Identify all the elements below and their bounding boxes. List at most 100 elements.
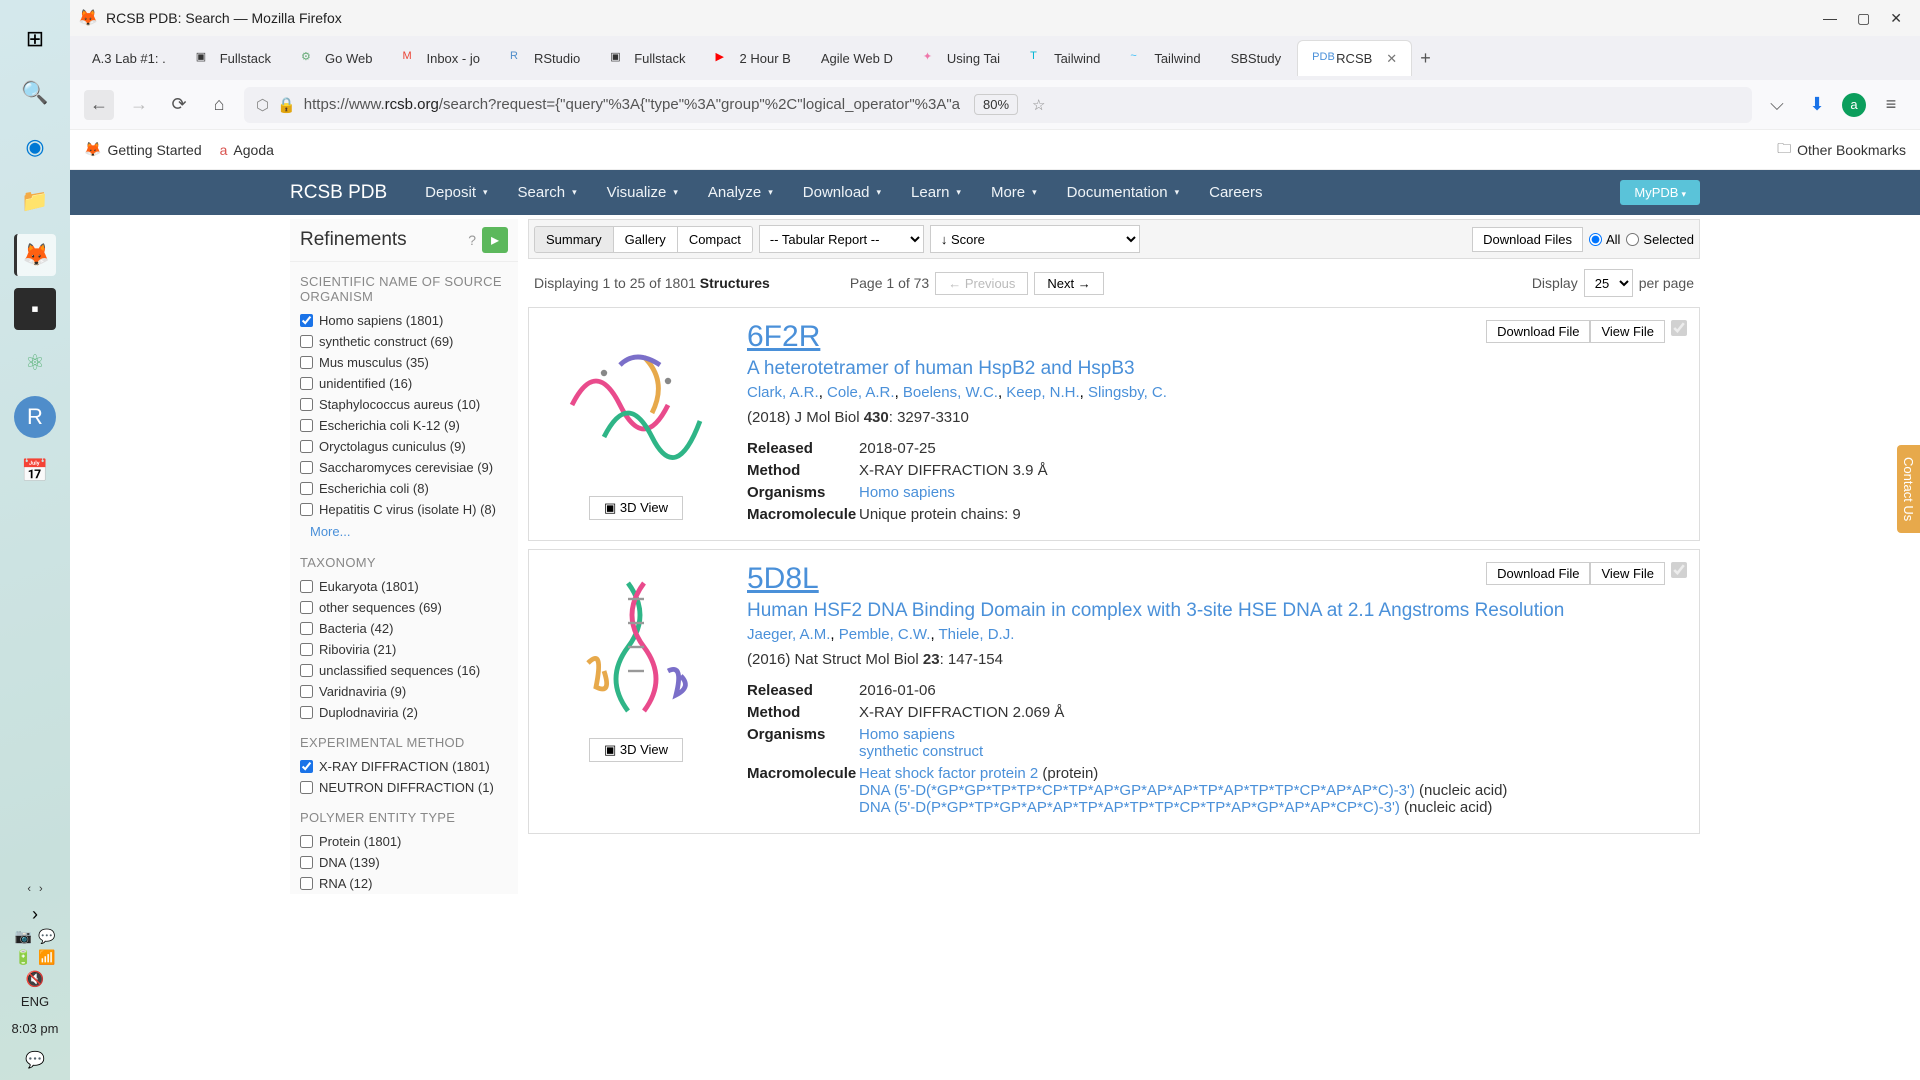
tab-6[interactable]: ▶2 Hour B xyxy=(702,40,805,76)
facet-item[interactable]: Staphylococcus aureus (10) xyxy=(290,394,518,415)
facet-item[interactable]: NEUTRON DIFFRACTION (1) xyxy=(290,777,518,798)
clock[interactable]: 8:03 pm xyxy=(12,1021,59,1036)
view-gallery[interactable]: Gallery xyxy=(614,227,678,252)
nav-download[interactable]: Download xyxy=(789,174,895,211)
nav-careers[interactable]: Careers xyxy=(1195,174,1276,211)
forward-button[interactable]: → xyxy=(124,90,154,120)
nav-search[interactable]: Search xyxy=(504,174,591,211)
download-file-button[interactable]: Download File xyxy=(1486,562,1590,585)
nav-deposit[interactable]: Deposit xyxy=(411,174,501,211)
facet-item[interactable]: unclassified sequences (16) xyxy=(290,660,518,681)
rstudio-icon[interactable]: R xyxy=(14,396,56,438)
new-tab-button[interactable]: + xyxy=(1420,48,1431,69)
nav-documentation[interactable]: Documentation xyxy=(1053,174,1193,211)
tab-8[interactable]: ✦Using Tai xyxy=(909,40,1014,76)
maximize-button[interactable]: ▢ xyxy=(1857,10,1870,27)
view-compact[interactable]: Compact xyxy=(678,227,752,252)
minimize-button[interactable]: — xyxy=(1823,10,1837,27)
start-icon[interactable]: ⊞ xyxy=(14,18,56,60)
facet-item[interactable]: Varidnaviria (9) xyxy=(290,681,518,702)
facet-item[interactable]: Saccharomyces cerevisiae (9) xyxy=(290,457,518,478)
result-title[interactable]: A heterotetramer of human HspB2 and HspB… xyxy=(747,358,1687,380)
facet-item[interactable]: Duplodnaviria (2) xyxy=(290,702,518,723)
explorer-icon[interactable]: 📁 xyxy=(14,180,56,222)
lang-indicator[interactable]: ENG xyxy=(21,994,49,1009)
structure-thumbnail[interactable] xyxy=(551,562,721,732)
all-radio[interactable]: All xyxy=(1589,232,1620,247)
terminal-icon[interactable]: ▪ xyxy=(14,288,56,330)
facet-item[interactable]: Homo sapiens (1801) xyxy=(290,310,518,331)
tabular-report-select[interactable]: -- Tabular Report -- xyxy=(759,225,924,253)
bookmark-getting-started[interactable]: 🦊 Getting Started xyxy=(84,141,202,158)
facet-item[interactable]: Escherichia coli K-12 (9) xyxy=(290,415,518,436)
search-icon[interactable]: 🔍 xyxy=(14,72,56,114)
facet-item[interactable]: Hepatitis C virus (isolate H) (8) xyxy=(290,499,518,520)
view-summary[interactable]: Summary xyxy=(535,227,614,252)
help-icon[interactable]: ? xyxy=(468,232,476,248)
facet-item[interactable]: other sequences (69) xyxy=(290,597,518,618)
pdb-id-link[interactable]: 6F2R xyxy=(747,320,820,354)
tab-10[interactable]: ~Tailwind xyxy=(1116,40,1214,76)
view-file-button[interactable]: View File xyxy=(1590,320,1665,343)
facet-item[interactable]: Mus musculus (35) xyxy=(290,352,518,373)
facet-item[interactable]: Eukaryota (1801) xyxy=(290,576,518,597)
facet-item[interactable]: unidentified (16) xyxy=(290,373,518,394)
page-size-select[interactable]: 25 xyxy=(1584,269,1633,297)
facet-item[interactable]: RNA (12) xyxy=(290,873,518,894)
back-button[interactable]: ← xyxy=(84,90,114,120)
nav-more[interactable]: More xyxy=(977,174,1051,211)
tab-11[interactable]: SBStudy xyxy=(1217,40,1296,76)
prev-page-button[interactable]: ← Previous xyxy=(935,272,1028,295)
downloads-icon[interactable]: ⬇ xyxy=(1802,90,1832,120)
tab-2[interactable]: ⚙Go Web xyxy=(287,40,386,76)
facet-item[interactable]: DNA (139) xyxy=(290,852,518,873)
pocket-icon[interactable]: ⌵ xyxy=(1762,90,1792,120)
address-bar[interactable]: ⬡ 🔒 https://www.rcsb.org/search?request=… xyxy=(244,87,1752,123)
view-3d-button[interactable]: ▣ 3D View xyxy=(589,738,683,762)
atom-icon[interactable]: ⚛ xyxy=(14,342,56,384)
pdb-id-link[interactable]: 5D8L xyxy=(747,562,819,596)
tab-0[interactable]: A.3 Lab #1: . xyxy=(78,40,180,76)
tab-7[interactable]: Agile Web D xyxy=(807,40,907,76)
view-3d-button[interactable]: ▣ 3D View xyxy=(589,496,683,520)
nav-analyze[interactable]: Analyze xyxy=(694,174,787,211)
nav-visualize[interactable]: Visualize xyxy=(593,174,692,211)
facet-item[interactable]: synthetic construct (69) xyxy=(290,331,518,352)
facet-item[interactable]: X-RAY DIFFRACTION (1801) xyxy=(290,756,518,777)
facet-item[interactable]: Oryctolagus cuniculus (9) xyxy=(290,436,518,457)
reload-button[interactable]: ⟳ xyxy=(164,90,194,120)
edge-icon[interactable]: ◉ xyxy=(14,126,56,168)
sort-select[interactable]: ↓ Score xyxy=(930,225,1140,253)
result-title[interactable]: Human HSF2 DNA Binding Domain in complex… xyxy=(747,600,1687,622)
facet-item[interactable]: Escherichia coli (8) xyxy=(290,478,518,499)
other-bookmarks[interactable]: 🗀 Other Bookmarks xyxy=(1777,138,1906,162)
calendar-icon[interactable]: 📅 xyxy=(14,450,56,492)
download-files-button[interactable]: Download Files xyxy=(1472,227,1583,252)
tab-4[interactable]: RRStudio xyxy=(496,40,594,76)
nav-learn[interactable]: Learn xyxy=(897,174,975,211)
next-page-button[interactable]: Next → xyxy=(1034,272,1103,295)
select-result-checkbox[interactable] xyxy=(1671,320,1687,336)
bookmark-agoda[interactable]: a Agoda xyxy=(220,142,274,158)
menu-icon[interactable]: ≡ xyxy=(1876,90,1906,120)
apply-button[interactable]: ▸ xyxy=(482,227,508,253)
more-link[interactable]: More... xyxy=(290,520,518,543)
contact-us-tab[interactable]: Contact Us xyxy=(1897,445,1920,533)
tab-12[interactable]: PDBRCSB✕ xyxy=(1297,40,1412,76)
facet-item[interactable]: Bacteria (42) xyxy=(290,618,518,639)
select-result-checkbox[interactable] xyxy=(1671,562,1687,578)
tab-1[interactable]: ▣Fullstack xyxy=(182,40,285,76)
view-file-button[interactable]: View File xyxy=(1590,562,1665,585)
zoom-indicator[interactable]: 80% xyxy=(974,94,1018,115)
download-file-button[interactable]: Download File xyxy=(1486,320,1590,343)
brand[interactable]: RCSB PDB xyxy=(290,182,387,204)
facet-item[interactable]: Riboviria (21) xyxy=(290,639,518,660)
home-button[interactable]: ⌂ xyxy=(204,90,234,120)
account-icon[interactable]: a xyxy=(1842,93,1866,117)
structure-thumbnail[interactable] xyxy=(551,320,721,490)
bookmark-star-icon[interactable]: ☆ xyxy=(1032,96,1045,114)
tab-9[interactable]: TTailwind xyxy=(1016,40,1114,76)
tab-3[interactable]: MInbox - jo xyxy=(388,40,493,76)
firefox-icon[interactable]: 🦊 xyxy=(14,234,56,276)
close-button[interactable]: ✕ xyxy=(1890,10,1902,27)
